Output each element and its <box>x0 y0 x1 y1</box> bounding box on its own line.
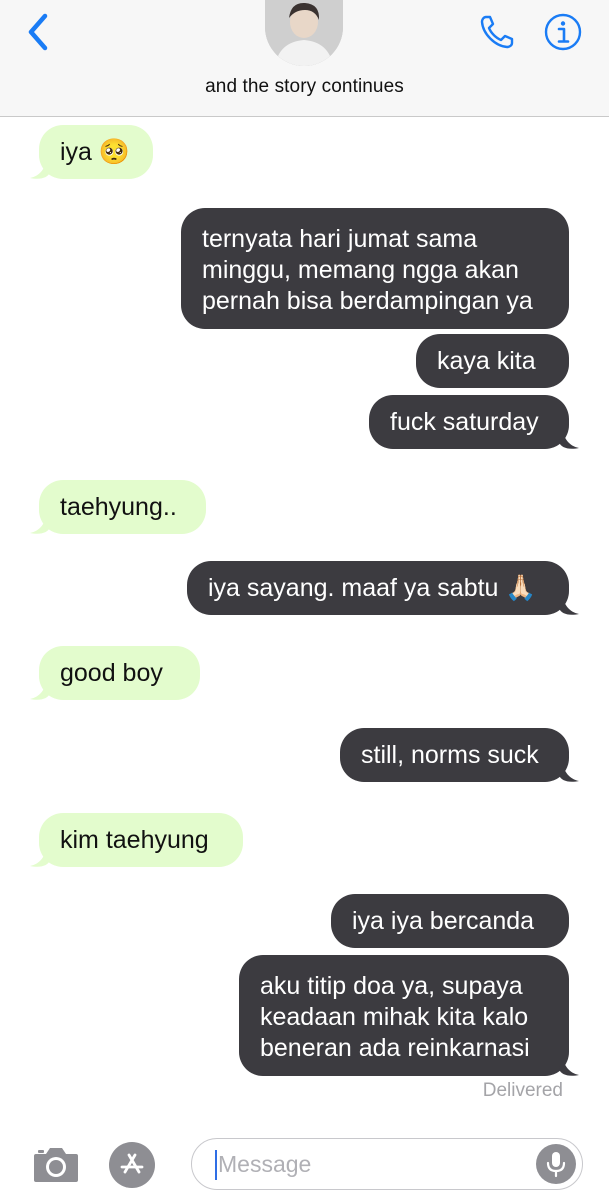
bubble-tail <box>559 1055 579 1076</box>
message-line: pernah bisa berdampingan ya <box>202 287 533 315</box>
message-bubble-outgoing[interactable]: ternyata hari jumat sama minggu, memang … <box>181 208 569 329</box>
message-input[interactable] <box>218 1147 518 1181</box>
message-text: good boy <box>60 659 163 687</box>
contact-avatar[interactable] <box>265 0 343 66</box>
microphone-icon <box>546 1152 566 1178</box>
message-text: fuck saturday <box>390 408 539 436</box>
message-bubble-outgoing[interactable]: still, norms suck <box>340 728 569 782</box>
camera-button[interactable] <box>30 1142 82 1186</box>
message-input-container <box>191 1138 583 1190</box>
message-bubble-incoming[interactable]: kim taehyung <box>39 813 243 867</box>
app-store-icon <box>120 1153 144 1174</box>
message-text: taehyung.. <box>60 493 177 521</box>
message-line: ternyata hari jumat sama <box>202 225 478 253</box>
phone-icon <box>480 15 514 49</box>
camera-icon <box>34 1148 78 1182</box>
call-button[interactable] <box>474 10 520 54</box>
contact-name[interactable]: and the story continues <box>0 76 609 98</box>
bubble-tail <box>30 846 50 867</box>
message-text: still, norms suck <box>361 741 539 769</box>
chevron-left-icon <box>28 13 48 51</box>
bubble-tail <box>559 428 579 449</box>
message-text: kim taehyung <box>60 826 209 854</box>
message-line: keadaan mihak kita kalo <box>260 1003 529 1031</box>
message-text: iya iya bercanda <box>352 907 535 935</box>
message-bubble-outgoing[interactable]: iya iya bercanda <box>331 894 569 948</box>
message-bubble-incoming[interactable]: iya 🥺 <box>39 125 153 179</box>
message-text: iya 🥺 <box>60 138 131 166</box>
delivered-status: Delivered <box>482 1080 563 1101</box>
bubble-tail <box>30 158 50 179</box>
info-button[interactable] <box>541 10 585 54</box>
app-store-button[interactable] <box>109 1142 155 1188</box>
message-bubble-outgoing[interactable]: aku titip doa ya, supaya keadaan mihak k… <box>239 955 569 1076</box>
conversation-header: and the story continues <box>0 0 609 117</box>
bubble-tail <box>30 679 50 700</box>
message-line: beneran ada reinkarnasi <box>260 1034 530 1062</box>
message-bubble-outgoing[interactable]: kaya kita <box>416 334 569 388</box>
back-button[interactable] <box>18 10 58 54</box>
message-line: aku titip doa ya, supaya <box>260 972 523 1000</box>
message-bubble-incoming[interactable]: taehyung.. <box>39 480 206 534</box>
message-bubble-outgoing[interactable]: iya sayang. maaf ya sabtu 🙏🏻 <box>187 561 569 615</box>
text-cursor <box>215 1150 217 1180</box>
bubble-tail <box>559 594 579 615</box>
info-icon <box>544 13 582 51</box>
bubble-tail <box>30 513 50 534</box>
message-text: iya sayang. maaf ya sabtu 🙏🏻 <box>208 574 537 602</box>
message-line: minggu, memang ngga akan <box>202 256 519 284</box>
dictation-button[interactable] <box>536 1144 576 1184</box>
message-text: kaya kita <box>437 347 536 375</box>
messages-screen: and the story continues iya 🥺 ternyata h… <box>0 0 609 1200</box>
message-bubble-incoming[interactable]: good boy <box>39 646 200 700</box>
message-bubble-outgoing[interactable]: fuck saturday <box>369 395 569 449</box>
bubble-tail <box>559 761 579 782</box>
